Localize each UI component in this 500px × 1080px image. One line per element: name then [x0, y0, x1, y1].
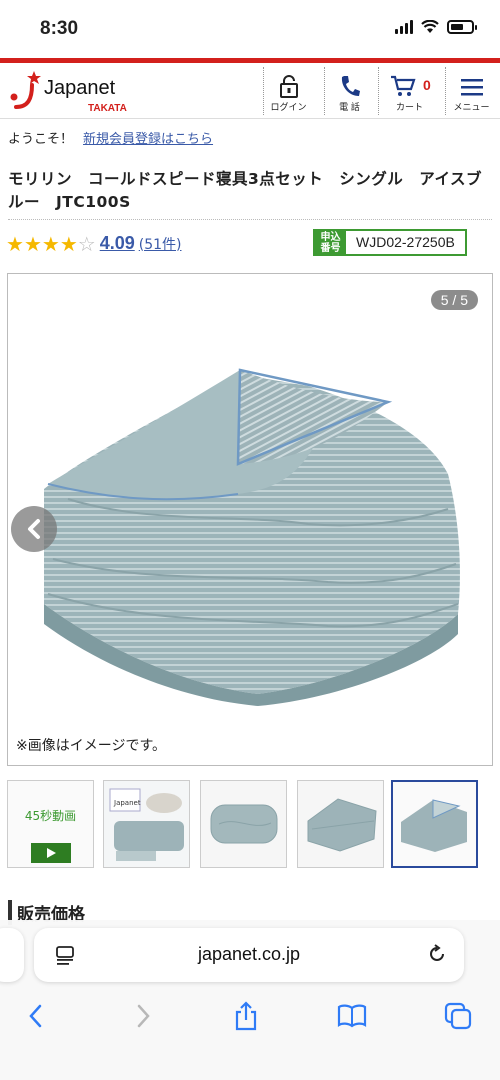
status-icons — [395, 20, 477, 34]
login-label: ログイン — [270, 103, 307, 113]
thumbnail-image-2[interactable]: Japanet — [103, 780, 190, 868]
book-icon — [337, 1004, 367, 1028]
star-icon: ★ — [59, 231, 78, 256]
login-button[interactable]: ログイン — [263, 67, 313, 115]
status-bar: 8:30 — [0, 0, 500, 58]
tabs-button[interactable] — [438, 998, 478, 1034]
thumbnail-folded-blanket-image — [393, 782, 476, 866]
browser-toolbar: japanet.co.jp — [0, 920, 500, 1080]
rating[interactable]: ★ ★ ★ ★ ☆ 4.09 (51件) — [6, 233, 181, 254]
thumbnail-pillow-image: Japanet — [104, 781, 189, 867]
star-empty-icon: ☆ — [77, 231, 96, 256]
previous-tab-pill[interactable] — [0, 928, 24, 982]
logo-text: Japanet — [44, 77, 116, 99]
menu-icon — [460, 79, 483, 96]
cart-count-badge: 0 — [423, 77, 431, 93]
logo-subtext: TAKATA — [88, 103, 127, 114]
thumb-japanet-text: Japanet — [113, 799, 141, 807]
japanet-logo[interactable]: Japanet TAKATA — [8, 67, 148, 117]
cart-label: カート — [395, 103, 423, 113]
cart-icon — [390, 75, 416, 96]
register-link[interactable]: 新規会員登録はこちら — [83, 132, 213, 147]
menu-label: メニュー — [453, 103, 490, 113]
star-icon: ★ — [41, 231, 60, 256]
product-image-gallery[interactable]: 5 / 5 ※画像はイメージです。 — [7, 273, 493, 766]
site-header: Japanet TAKATA ログイン 電 話 0 カート メニュー — [0, 63, 500, 119]
wifi-icon — [421, 20, 439, 33]
rating-value[interactable]: 4.09 — [100, 233, 135, 254]
chevron-left-icon — [28, 519, 40, 539]
reload-icon[interactable] — [426, 943, 448, 965]
chevron-right-icon — [137, 1004, 150, 1028]
menu-button[interactable]: メニュー — [445, 67, 497, 115]
chevron-left-icon — [29, 1004, 42, 1028]
thumbnail-strip: 45秒動画 Japanet — [7, 780, 493, 868]
image-disclaimer: ※画像はイメージです。 — [16, 738, 167, 754]
thumbnail-pad-image — [201, 781, 286, 867]
product-image — [44, 368, 460, 706]
order-number-tag: 申込 番号 — [315, 231, 346, 254]
url-text: japanet.co.jp — [197, 944, 301, 964]
slide-counter: 5 / 5 — [430, 290, 478, 310]
video-duration-label: 45秒動画 — [24, 809, 77, 823]
thumbnail-image-5[interactable] — [391, 780, 478, 868]
thumbnail-quilt-image — [298, 781, 383, 867]
welcome-text: ようこそ！ — [8, 132, 74, 147]
logo-mark-icon — [10, 71, 41, 109]
order-number-code: WJD02-27250B — [346, 231, 465, 254]
cellular-signal-icon — [395, 20, 413, 34]
phone-icon — [341, 76, 360, 96]
review-count[interactable]: (51件) — [139, 234, 182, 254]
tabs-icon — [444, 1002, 472, 1030]
back-button[interactable] — [16, 998, 56, 1034]
thumbnail-image-3[interactable] — [200, 780, 287, 868]
battery-icon — [447, 20, 477, 34]
star-icon: ★ — [23, 231, 42, 256]
title-divider — [8, 219, 492, 220]
play-icon — [31, 843, 71, 863]
forward-button[interactable] — [123, 998, 163, 1034]
previous-image-button[interactable] — [11, 506, 57, 552]
cart-button[interactable]: 0 カート — [378, 67, 440, 115]
status-time: 8:30 — [40, 18, 79, 39]
bookmarks-button[interactable] — [332, 998, 372, 1034]
share-icon — [235, 1001, 257, 1031]
thumbnail-image-4[interactable] — [297, 780, 384, 868]
product-title: モリリン コールドスピード寝具3点セット シングル アイスブルー JTC100S — [8, 170, 483, 211]
order-number-badge: 申込 番号 WJD02-27250B — [313, 229, 467, 256]
phone-button[interactable]: 電 話 — [324, 67, 374, 115]
lock-icon — [279, 75, 298, 98]
phone-label: 電 話 — [339, 103, 360, 113]
address-bar[interactable]: japanet.co.jp — [34, 928, 464, 982]
star-icon: ★ — [6, 231, 24, 256]
welcome-bar: ようこそ！ 新規会員登録はこちら — [8, 128, 213, 147]
thumbnail-video[interactable]: 45秒動画 — [7, 780, 94, 868]
share-button[interactable] — [226, 998, 266, 1034]
